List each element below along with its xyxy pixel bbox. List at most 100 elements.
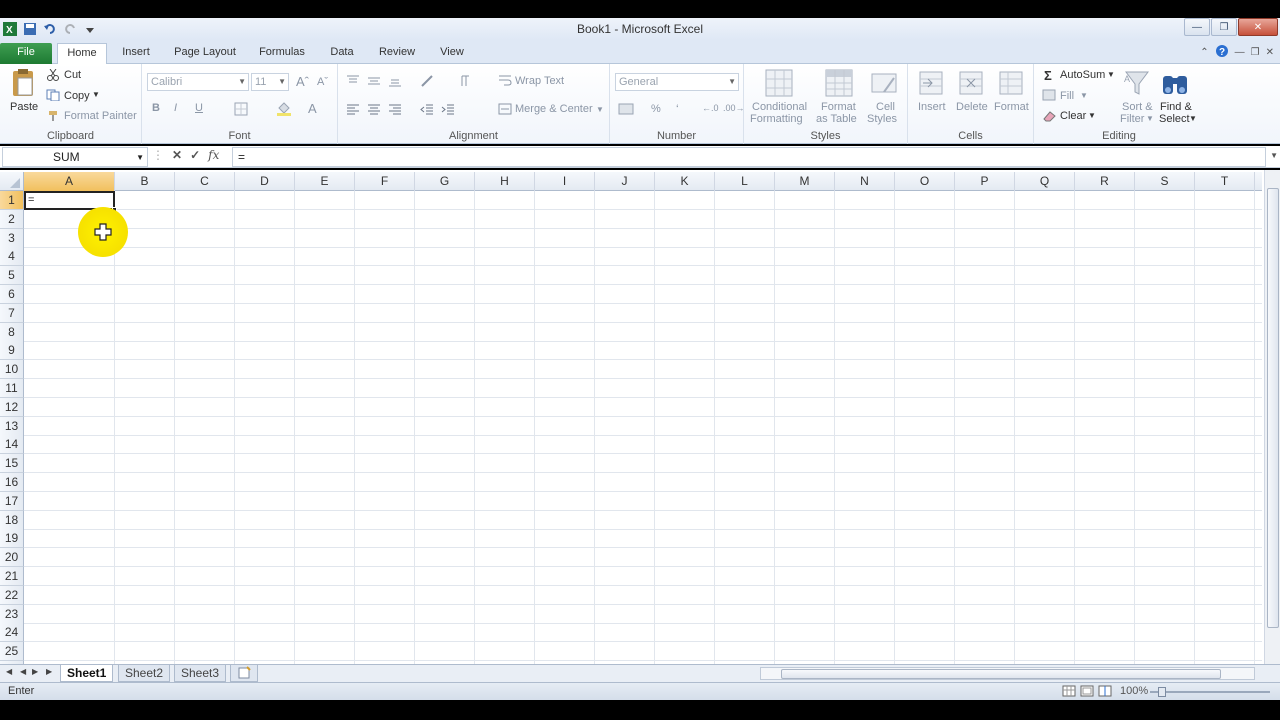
column-header-f[interactable]: F (355, 172, 415, 191)
autosum-button[interactable]: AutoSum (1060, 69, 1105, 81)
percent-style-button[interactable]: % (651, 103, 661, 115)
normal-view-icon[interactable] (1062, 685, 1076, 700)
copy-dropdown-icon[interactable]: ▼ (92, 90, 100, 99)
increase-decimal-icon[interactable]: ←.0 (702, 103, 719, 113)
first-sheet-icon[interactable]: ◀ (6, 667, 12, 676)
merge-center-button[interactable]: Merge & Center (515, 103, 593, 115)
row-header-22[interactable]: 22 (0, 585, 24, 605)
align-bottom-icon[interactable] (388, 74, 402, 88)
increase-indent-icon[interactable] (441, 102, 455, 116)
row-header-5[interactable]: 5 (0, 266, 24, 286)
merge-center-dropdown-icon[interactable]: ▼ (596, 105, 604, 114)
tab-insert[interactable]: Insert (114, 43, 158, 64)
column-header-c[interactable]: C (175, 172, 235, 191)
worksheet-grid[interactable]: ABCDEFGHIJKLMNOPQRST 1 2 3 4 5 6 7 8 9 10 11 12 13 14… (0, 170, 1280, 664)
align-center-icon[interactable] (367, 102, 381, 116)
enter-entry-icon[interactable]: ✓ (190, 148, 200, 162)
row-header-20[interactable]: 20 (0, 548, 24, 568)
cell-styles-line1[interactable]: Cell (876, 101, 895, 113)
help-icon[interactable]: ? (1215, 44, 1229, 61)
paste-button[interactable]: Paste (10, 101, 38, 113)
select-all-corner[interactable] (0, 172, 24, 191)
tab-file[interactable]: File (0, 43, 52, 64)
prev-sheet-icon[interactable]: ◀ (20, 667, 26, 676)
find-select-line2[interactable]: Select (1159, 113, 1190, 125)
clear-dropdown-icon[interactable]: ▼ (1088, 111, 1096, 120)
find-select-line1[interactable]: Find & (1160, 101, 1192, 113)
orientation-icon[interactable] (420, 74, 436, 88)
workbook-minimize-icon[interactable]: — (1235, 47, 1245, 58)
zoom-slider-knob[interactable] (1158, 687, 1166, 697)
row-header-7[interactable]: 7 (0, 303, 24, 323)
decrease-indent-icon[interactable] (420, 102, 434, 116)
accounting-format-icon[interactable] (618, 102, 636, 116)
row-header-3[interactable]: 3 (0, 228, 24, 248)
italic-button[interactable]: I (174, 102, 177, 114)
sort-filter-line1[interactable]: Sort & (1122, 101, 1153, 113)
workbook-close-icon[interactable]: ✕ (1266, 47, 1274, 58)
row-header-13[interactable]: 13 (0, 416, 24, 436)
format-as-table-line2[interactable]: as Table (816, 113, 857, 125)
sheet-tab-sheet1[interactable]: Sheet1 (60, 665, 114, 682)
fill-color-icon[interactable] (276, 102, 292, 116)
insert-function-icon[interactable]: fx (208, 148, 219, 162)
row-header-1[interactable]: 1 (0, 191, 24, 210)
format-cells-button[interactable]: Format (994, 101, 1029, 113)
column-header-q[interactable]: Q (1015, 172, 1075, 191)
row-header-15[interactable]: 15 (0, 454, 24, 474)
font-name-combo[interactable]: Calibri ▼ (147, 73, 249, 91)
sheet-tab-sheet3[interactable]: Sheet3 (174, 665, 227, 682)
borders-icon[interactable] (234, 102, 248, 116)
column-header-l[interactable]: L (715, 172, 775, 191)
shrink-font-icon[interactable]: Aˇ (317, 76, 328, 88)
horizontal-scrollbar[interactable] (760, 667, 1255, 680)
font-size-combo[interactable]: 11 ▼ (251, 73, 289, 91)
format-painter-button[interactable]: Format Painter (64, 110, 137, 122)
clear-button[interactable]: Clear (1060, 110, 1086, 122)
row-header-16[interactable]: 16 (0, 473, 24, 492)
delete-cells-button[interactable]: Delete (956, 101, 988, 113)
row-header-21[interactable]: 21 (0, 567, 24, 586)
fill-button[interactable]: Fill (1060, 90, 1074, 102)
zoom-level[interactable]: 100% (1120, 685, 1148, 697)
text-direction-icon[interactable] (458, 74, 474, 88)
column-header-m[interactable]: M (775, 172, 835, 191)
column-header-r[interactable]: R (1075, 172, 1135, 191)
column-header-o[interactable]: O (895, 172, 955, 191)
copy-button[interactable]: Copy (64, 90, 90, 102)
align-middle-icon[interactable] (367, 74, 381, 88)
decrease-decimal-icon[interactable]: .00→ (723, 103, 745, 113)
conditional-formatting-line2[interactable]: Formatting (750, 113, 803, 125)
column-header-j[interactable]: J (595, 172, 655, 191)
row-header-24[interactable]: 24 (0, 623, 24, 643)
align-top-icon[interactable] (346, 74, 360, 88)
fill-dropdown-icon[interactable]: ▼ (1080, 91, 1088, 100)
cancel-entry-icon[interactable]: ✕ (172, 148, 182, 162)
expand-formula-bar-icon[interactable]: ▼ (1270, 151, 1278, 160)
column-header-p[interactable]: P (955, 172, 1015, 191)
autosum-dropdown-icon[interactable]: ▼ (1107, 70, 1115, 79)
conditional-formatting-line1[interactable]: Conditional (752, 101, 807, 113)
paste-icon[interactable] (9, 68, 37, 98)
page-layout-view-icon[interactable] (1080, 685, 1094, 700)
align-left-icon[interactable] (346, 102, 360, 116)
name-box[interactable]: SUM ▼ (2, 147, 148, 167)
sort-filter-dropdown-icon[interactable]: ▼ (1146, 114, 1154, 123)
row-header-18[interactable]: 18 (0, 510, 24, 530)
tab-formulas[interactable]: Formulas (252, 43, 312, 64)
close-button[interactable]: ✕ (1238, 18, 1278, 36)
column-header-a[interactable]: A (24, 172, 115, 191)
wrap-text-button[interactable]: Wrap Text (515, 75, 564, 87)
row-header-6[interactable]: 6 (0, 285, 24, 304)
column-header-k[interactable]: K (655, 172, 715, 191)
row-header-11[interactable]: 11 (0, 379, 24, 398)
row-header-2[interactable]: 2 (0, 209, 24, 229)
tab-review[interactable]: Review (372, 43, 422, 64)
column-header-t[interactable]: T (1195, 172, 1255, 191)
column-header-b[interactable]: B (115, 172, 175, 191)
vertical-scrollbar[interactable] (1264, 170, 1280, 664)
comma-style-icon[interactable]: ‘ (676, 102, 679, 116)
sheet-tab-sheet2[interactable]: Sheet2 (118, 665, 171, 682)
formula-input[interactable]: = (232, 147, 1266, 167)
sort-filter-line2[interactable]: Filter (1120, 113, 1144, 125)
